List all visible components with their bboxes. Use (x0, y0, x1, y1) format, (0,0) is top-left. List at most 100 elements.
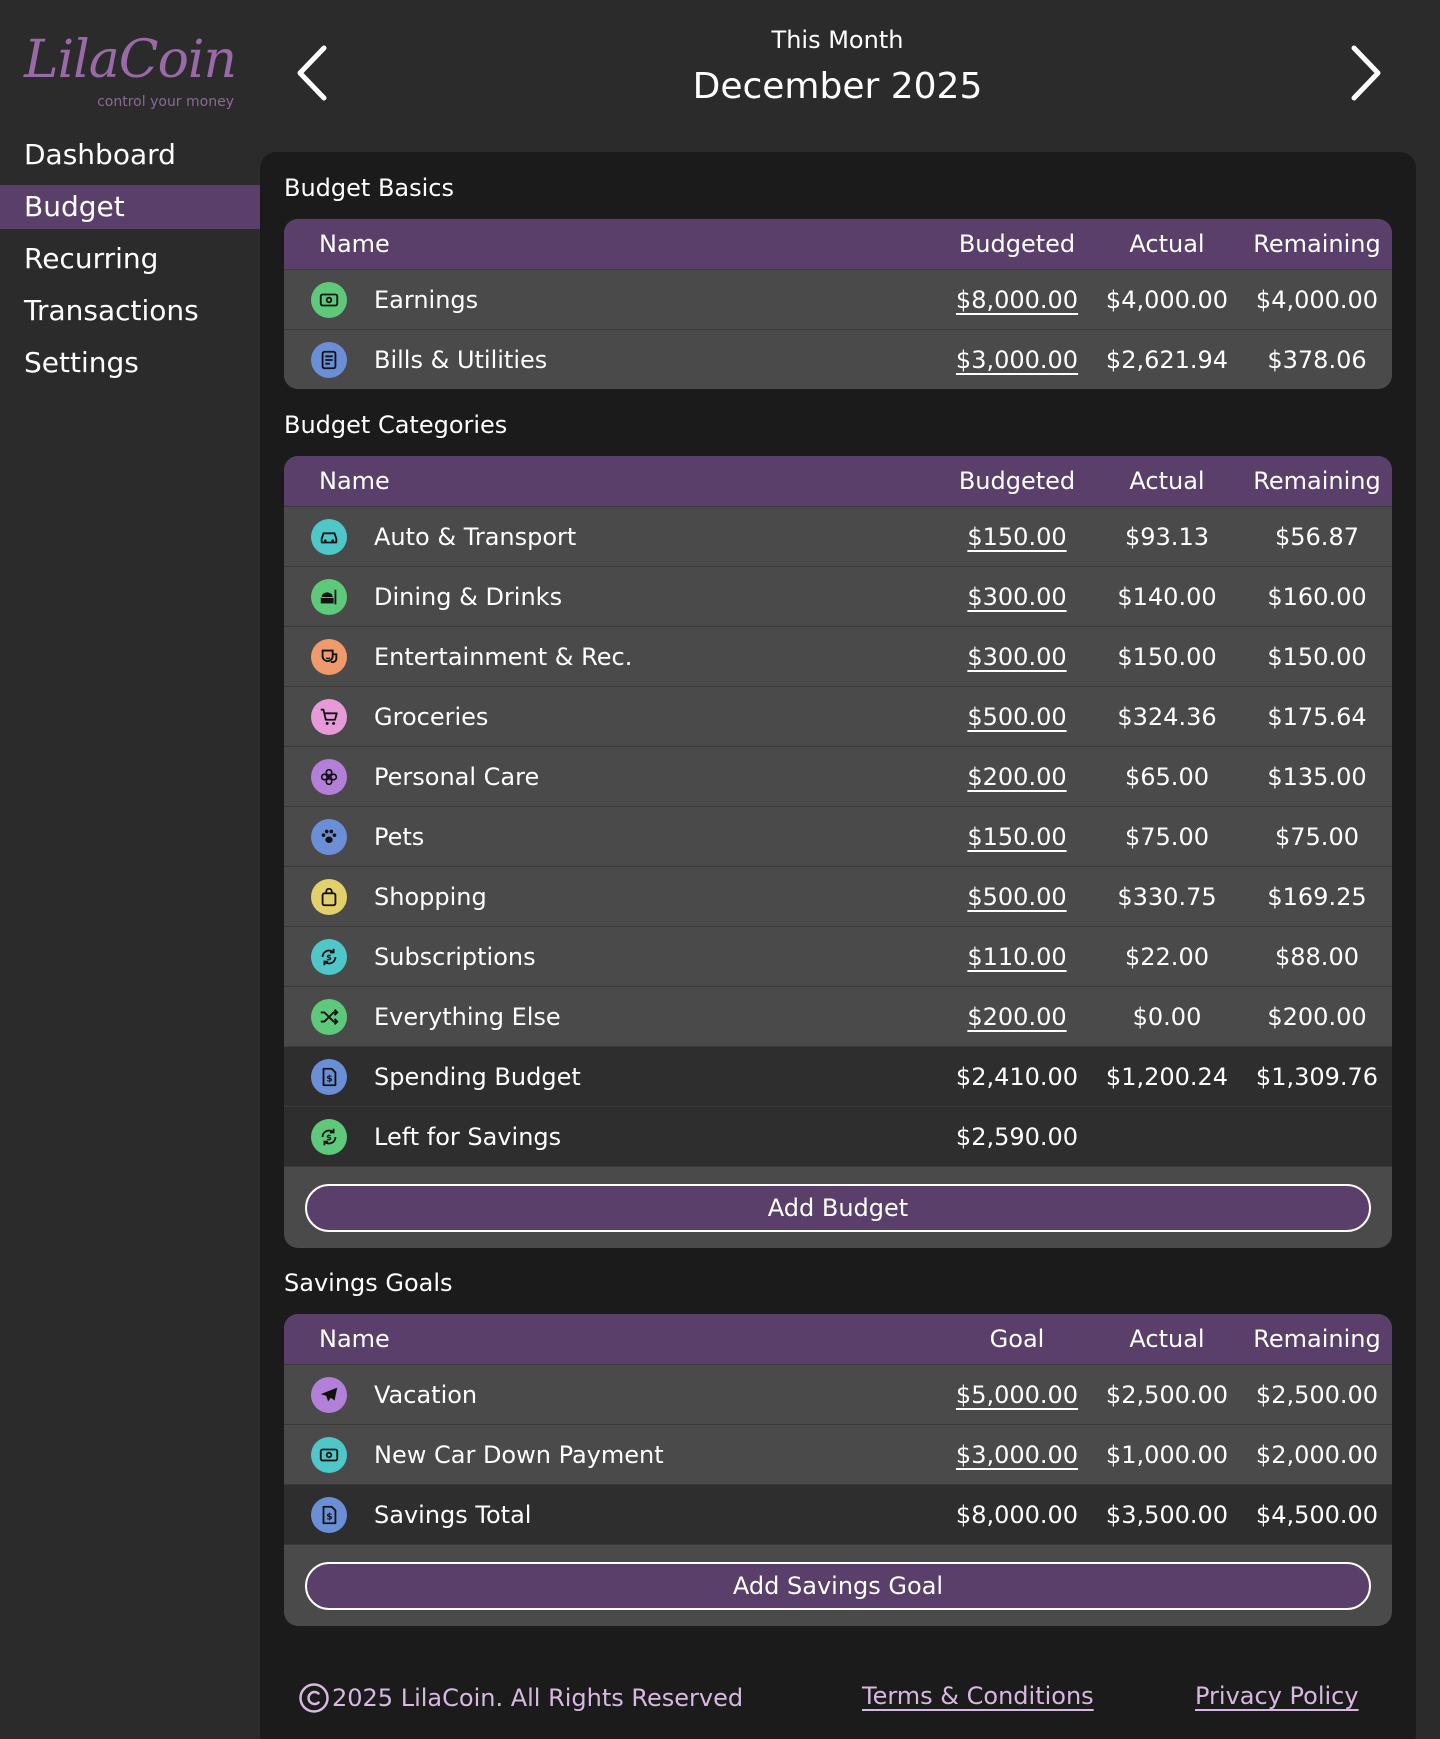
table-header: Name Budgeted Actual Remaining (284, 456, 1392, 506)
row-name: Entertainment & Rec. (374, 642, 633, 671)
row-icon-cell: $ (284, 1496, 374, 1533)
food-icon (311, 578, 347, 615)
row-actual: $93.13 (1125, 522, 1209, 551)
row-remaining: $169.25 (1267, 882, 1367, 911)
table-row[interactable]: Personal Care $200.00 $65.00 $135.00 (284, 746, 1392, 806)
row-budgeted[interactable]: $3,000.00 (942, 1441, 1092, 1469)
column-name: Name (319, 467, 390, 495)
table-row[interactable]: Earnings $8,000.00 $4,000.00 $4,000.00 (284, 269, 1392, 329)
column-budgeted: Budgeted (958, 467, 1076, 495)
column-actual: Actual (1129, 1325, 1205, 1353)
row-name: Dining & Drinks (374, 582, 563, 611)
row-actual: $330.75 (1117, 882, 1217, 911)
svg-text:$: $ (326, 1132, 332, 1142)
column-actual: Actual (1129, 230, 1205, 258)
nav-item-dashboard[interactable]: Dashboard (0, 133, 260, 177)
row-actual: $1,000.00 (1105, 1440, 1229, 1469)
row-actual: $65.00 (1125, 762, 1209, 791)
row-name: Auto & Transport (374, 522, 577, 551)
row-icon-cell (284, 818, 374, 855)
row-budgeted[interactable]: $300.00 (942, 583, 1092, 611)
table-row[interactable]: Everything Else $200.00 $0.00 $200.00 (284, 986, 1392, 1046)
column-remaining: Remaining (1253, 230, 1381, 258)
budget-categories-title: Budget Categories (284, 411, 508, 439)
row-budgeted: $2,590.00 (955, 1122, 1079, 1151)
row-budgeted[interactable]: $3,000.00 (942, 346, 1092, 374)
savings-goals-table: Name Goal Actual Remaining Vacation $5,00… (284, 1314, 1392, 1626)
row-budgeted[interactable]: $110.00 (942, 943, 1092, 971)
row-budgeted[interactable]: $200.00 (942, 1003, 1092, 1031)
add-budget-button[interactable]: Add Budget (305, 1183, 1371, 1232)
row-actual: $1,200.24 (1105, 1062, 1229, 1091)
table-row[interactable]: Bills & Utilities $3,000.00 $2,621.94 $378.… (284, 329, 1392, 389)
table-row[interactable]: Shopping $500.00 $330.75 $169.25 (284, 866, 1392, 926)
row-icon-cell (284, 998, 374, 1035)
column-remaining: Remaining (1253, 467, 1381, 495)
table-total-row: $ Spending Budget $2,410.00 $1,200.24 $1,309… (284, 1046, 1392, 1106)
row-budgeted[interactable]: $500.00 (942, 883, 1092, 911)
row-remaining: $135.00 (1267, 762, 1367, 791)
cart-icon (311, 698, 347, 735)
table-header: Name Budgeted Actual Remaining (284, 219, 1392, 269)
row-budgeted[interactable]: $5,000.00 (942, 1381, 1092, 1409)
nav-item-budget[interactable]: Budget (0, 185, 260, 229)
row-name: New Car Down Payment (374, 1440, 664, 1469)
row-icon-cell (284, 281, 374, 318)
column-goal: Goal (989, 1325, 1045, 1353)
row-budgeted[interactable]: $8,000.00 (942, 286, 1092, 314)
column-actual: Actual (1129, 467, 1205, 495)
table-row[interactable]: Vacation $5,000.00 $2,500.00 $2,500.00 (284, 1364, 1392, 1424)
svg-text:$: $ (326, 1511, 332, 1522)
plane-icon (311, 1376, 347, 1413)
row-remaining: $160.00 (1267, 582, 1367, 611)
budget-categories-table: Name Budgeted Actual Remaining Auto & Tr… (284, 456, 1392, 1248)
paw-icon (311, 818, 347, 855)
add-savings-goal-button[interactable]: Add Savings Goal (305, 1561, 1371, 1610)
chevron-right-icon (1351, 45, 1381, 101)
add-budget-row: Add Budget (284, 1166, 1392, 1248)
row-remaining: $2,500.00 (1255, 1380, 1379, 1409)
nav-item-settings[interactable]: Settings (0, 341, 260, 385)
table-row[interactable]: Pets $150.00 $75.00 $75.00 (284, 806, 1392, 866)
table-row[interactable]: Groceries $500.00 $324.36 $175.64 (284, 686, 1392, 746)
row-icon-cell: $ (284, 1058, 374, 1095)
row-budgeted[interactable]: $200.00 (942, 763, 1092, 791)
row-name: Spending Budget (374, 1062, 581, 1091)
logo[interactable]: LilaCoin control your money (24, 28, 237, 114)
nav-item-recurring[interactable]: Recurring (0, 237, 260, 281)
row-remaining: $88.00 (1275, 942, 1359, 971)
row-icon-cell (284, 518, 374, 555)
column-budgeted: Budgeted (958, 230, 1076, 258)
row-name: Pets (374, 822, 425, 851)
month-subtitle: This Month (771, 26, 904, 54)
row-budgeted[interactable]: $150.00 (942, 523, 1092, 551)
flower-icon (311, 758, 347, 795)
table-row[interactable]: Entertainment & Rec. $300.00 $150.00 $150.0… (284, 626, 1392, 686)
row-remaining: $378.06 (1267, 345, 1367, 374)
row-remaining: $4,000.00 (1255, 285, 1379, 314)
row-budgeted[interactable]: $500.00 (942, 703, 1092, 731)
copyright-icon (299, 1683, 329, 1713)
table-row[interactable]: $ Subscriptions $110.00 $22.00 $88.00 (284, 926, 1392, 986)
table-total-row: $ Savings Total $8,000.00 $3,500.00 $4,500.0… (284, 1484, 1392, 1544)
row-remaining: $150.00 (1267, 642, 1367, 671)
next-month-button[interactable] (1338, 42, 1388, 104)
logo-tagline: control your money (97, 94, 234, 110)
budget-panel: Budget Basics Name Budgeted Actual Remai… (260, 152, 1416, 1739)
table-row[interactable]: Auto & Transport $150.00 $93.13 $56.87 (284, 506, 1392, 566)
budget-basics-title: Budget Basics (284, 174, 454, 202)
table-row[interactable]: New Car Down Payment $3,000.00 $1,000.00 $2… (284, 1424, 1392, 1484)
table-row[interactable]: Dining & Drinks $300.00 $140.00 $160.00 (284, 566, 1392, 626)
row-budgeted[interactable]: $150.00 (942, 823, 1092, 851)
refresh-dollar-icon: $ (311, 1118, 347, 1155)
row-budgeted: $2,410.00 (955, 1062, 1079, 1091)
nav-item-transactions[interactable]: Transactions (0, 289, 260, 333)
money-icon (311, 281, 347, 318)
row-icon-cell: $ (284, 938, 374, 975)
row-budgeted[interactable]: $300.00 (942, 643, 1092, 671)
row-remaining: $200.00 (1267, 1002, 1367, 1031)
row-name: Everything Else (374, 1002, 561, 1031)
terms-link[interactable]: Terms & Conditions (862, 1682, 1094, 1710)
row-actual: $150.00 (1117, 642, 1217, 671)
privacy-link[interactable]: Privacy Policy (1195, 1682, 1359, 1710)
